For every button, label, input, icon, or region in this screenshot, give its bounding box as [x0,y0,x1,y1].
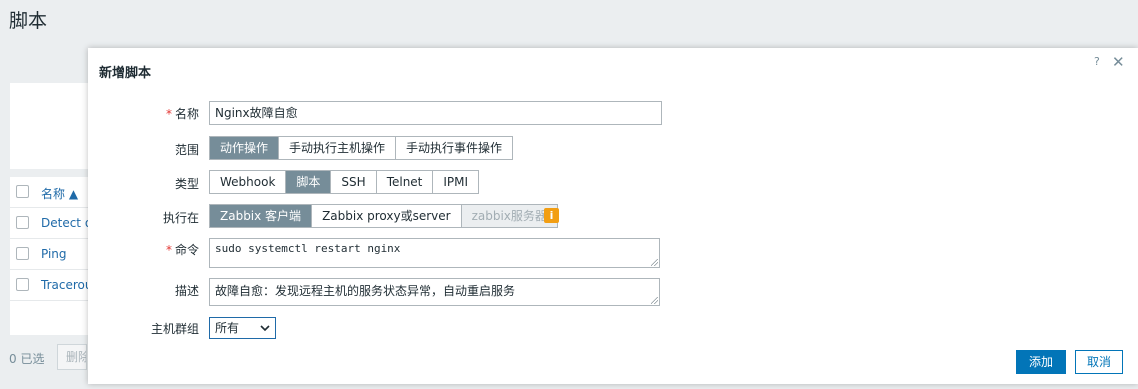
close-icon[interactable]: ✕ [1112,53,1125,71]
type-option-ssh[interactable]: SSH [331,171,377,193]
execute-on-segmented-control: Zabbix 客户端 Zabbix proxy或server zabbix服务器 [209,204,558,228]
required-marker: * [165,243,172,257]
description-value: 故障自愈：发现远程主机的服务状态异常，自动重启服务 [215,284,516,298]
host-group-value: 所有 [215,321,240,335]
dialog-title: 新增脚本 [99,66,152,81]
name-label: * 名称 [165,107,199,121]
scope-option-action[interactable]: 动作操作 [210,137,280,159]
execute-on-option-agent[interactable]: Zabbix 客户端 [210,205,313,227]
required-marker: * [165,107,172,121]
select-all-checkbox[interactable] [16,185,29,198]
row-checkbox[interactable] [16,216,29,229]
info-icon[interactable]: i [544,208,559,223]
help-icon[interactable]: ? [1094,55,1100,68]
execute-on-option-proxy-server[interactable]: Zabbix proxy或server [312,205,462,227]
type-segmented-control: Webhook 脚本 SSH Telnet IPMI [209,170,480,194]
type-label: 类型 [174,177,199,191]
row-checkbox[interactable] [16,247,29,260]
delete-button[interactable]: 删除 [57,344,87,370]
command-label: * 命令 [165,243,199,257]
host-group-label: 主机群组 [150,322,199,336]
type-option-script[interactable]: 脚本 [286,171,332,193]
execute-on-label: 执行在 [162,211,199,225]
scope-option-manual-host[interactable]: 手动执行主机操作 [279,137,397,159]
description-textarea[interactable]: 故障自愈：发现远程主机的服务状态异常，自动重启服务 [209,278,660,306]
scope-option-manual-event[interactable]: 手动执行事件操作 [396,137,513,159]
name-input[interactable]: Nginx故障自愈 [209,101,662,125]
scope-label: 范围 [174,143,199,157]
script-link[interactable]: Tracerou [41,278,92,292]
resize-handle[interactable] [651,297,658,304]
new-script-dialog: 新增脚本 ? ✕ * 名称 Nginx故障自愈 范围 动作操作 手动执行主机操作 … [88,48,1138,384]
host-group-select[interactable]: 所有 [209,317,276,339]
row-checkbox[interactable] [16,278,29,291]
command-textarea[interactable]: sudo systemctl restart nginx [209,238,660,268]
chevron-down-icon [260,318,270,345]
type-option-ipmi[interactable]: IPMI [433,171,479,193]
script-link[interactable]: Ping [41,247,67,261]
add-button[interactable]: 添加 [1016,350,1066,374]
selected-count: 0 已选 [9,352,45,366]
cancel-button[interactable]: 取消 [1075,350,1123,374]
column-header-name[interactable]: 名称 ▲ [41,185,78,202]
command-value: sudo systemctl restart nginx [215,242,401,255]
type-option-telnet[interactable]: Telnet [376,171,434,193]
execute-on-option-zabbix-server: zabbix服务器 [461,205,557,227]
type-option-webhook[interactable]: Webhook [210,171,287,193]
resize-handle[interactable] [651,259,658,266]
description-label: 描述 [174,284,199,298]
scope-segmented-control: 动作操作 手动执行主机操作 手动执行事件操作 [209,136,514,160]
page-title: 脚本 [9,10,48,32]
